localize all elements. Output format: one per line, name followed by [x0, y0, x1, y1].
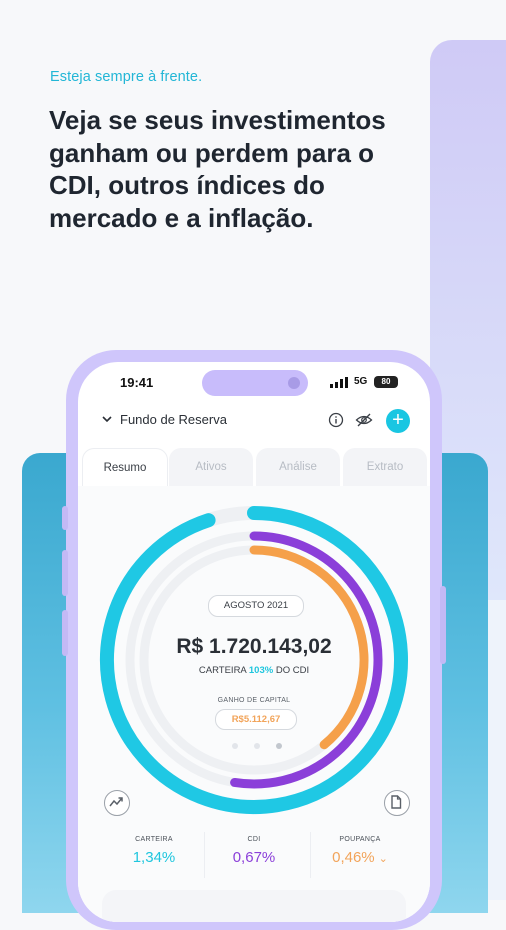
document-button[interactable] [384, 790, 410, 816]
dynamic-island [202, 370, 308, 396]
phone-side-button [62, 506, 68, 530]
stat-value: 0,67% [232, 849, 276, 866]
chevron-down-icon: ⌄ [378, 853, 388, 865]
battery-icon: 80 [374, 376, 398, 388]
gain-label: GANHO DE CAPITAL [217, 697, 291, 704]
carteira-vs-cdi: CARTEIRA 103% DO CDI [154, 665, 354, 676]
status-time: 19:41 [120, 375, 154, 390]
pager-dot[interactable] [254, 743, 260, 749]
network-label: 5G [354, 376, 368, 387]
trending-up-icon [108, 796, 123, 806]
period-pill[interactable]: AGOSTO 2021 [208, 595, 304, 617]
camera-dot [288, 377, 300, 389]
signal-icon [330, 377, 348, 388]
stat-value: 1,34% [132, 849, 176, 866]
fund-name: Fundo de Reserva [120, 412, 227, 427]
stat-value: 0,46% [332, 849, 375, 866]
tab-bar: Resumo Ativos Análise Extrato [78, 448, 430, 488]
tab-ativos[interactable]: Ativos [169, 448, 253, 486]
eye-off-icon[interactable] [355, 412, 373, 428]
tab-analise[interactable]: Análise [256, 448, 340, 486]
carteira-prefix: CARTEIRA [198, 665, 247, 676]
headline: Veja se seus investimentos ganham ou per… [49, 105, 386, 233]
gain-value: R$5.112,67 [215, 709, 297, 730]
pager-dot-active[interactable] [276, 743, 282, 749]
next-card [102, 890, 406, 922]
info-icon[interactable] [328, 412, 344, 428]
phone-side-button [62, 610, 68, 656]
phone-screen: 19:41 5G 80 Fundo de Reserva + Resumo At… [78, 362, 430, 922]
document-icon [390, 794, 401, 809]
ring-arc-carteira [100, 506, 408, 814]
tab-resumo[interactable]: Resumo [82, 448, 168, 487]
phone-side-button [62, 550, 68, 596]
carteira-pct: 103% [248, 665, 274, 676]
pager-dots [232, 743, 282, 749]
phone-side-button [440, 586, 446, 664]
stat-value-row: 0,46% ⌄ [310, 849, 410, 866]
add-button[interactable]: + [386, 409, 410, 433]
status-bar: 19:41 5G 80 [78, 362, 430, 406]
stat-label: CARTEIRA [135, 836, 173, 843]
stat-poupanca[interactable]: POUPANÇA 0,46% ⌄ [310, 828, 410, 884]
plus-icon: + [392, 409, 404, 431]
pager-dot[interactable] [232, 743, 238, 749]
stat-cdi: CDI 0,67% [204, 828, 304, 884]
tagline: Esteja sempre à frente. [50, 69, 203, 85]
stat-label: CDI [247, 836, 261, 843]
chevron-down-icon [102, 416, 112, 423]
stat-carteira: CARTEIRA 1,34% [104, 828, 204, 884]
portfolio-total: R$ 1.720.143,02 [176, 635, 332, 658]
performance-ring-chart [100, 506, 408, 814]
tab-extrato[interactable]: Extrato [343, 448, 427, 486]
carteira-suffix: DO CDI [275, 665, 310, 676]
fund-selector[interactable]: Fundo de Reserva [102, 412, 227, 427]
stat-label: POUPANÇA [339, 836, 381, 843]
trend-button[interactable] [104, 790, 130, 816]
